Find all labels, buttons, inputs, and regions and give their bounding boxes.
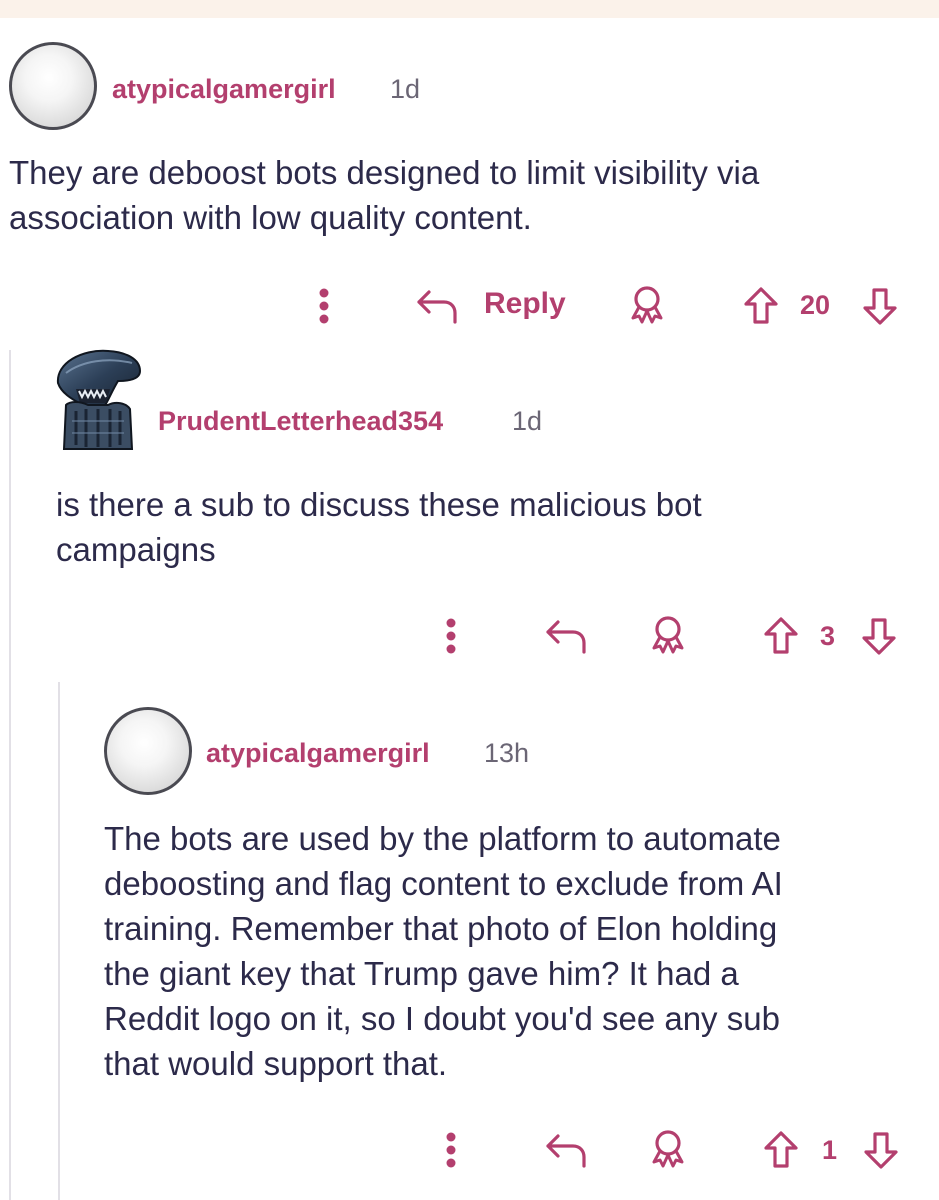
downvote-button[interactable] [857, 1128, 905, 1172]
downvote-arrow-icon [864, 1132, 898, 1169]
avatar-blank-icon[interactable] [9, 42, 97, 130]
comment-body-line-5: Reddit logo on it, so I doubt you'd see … [104, 1000, 780, 1037]
award-button[interactable] [643, 1128, 693, 1172]
comment-body-line-1: They are deboost bots designed to limit … [9, 154, 760, 191]
comment-timestamp: 1d [390, 74, 421, 104]
reply-arrow-icon [546, 620, 586, 654]
upvote-button[interactable] [757, 1128, 805, 1172]
more-vertical-icon [446, 1132, 456, 1168]
reply-button-label[interactable]: Reply [484, 287, 566, 321]
comment-body-line-3: training. Remember that photo of Elon ho… [104, 910, 778, 947]
more-options-button[interactable] [437, 614, 465, 658]
downvote-arrow-icon [862, 618, 896, 655]
more-options-button[interactable] [310, 284, 338, 328]
thread-line-level-2[interactable] [58, 682, 60, 1200]
comment-body-line-2: campaigns [56, 531, 216, 568]
comment-body-line-6: that would support that. [104, 1045, 448, 1082]
reply-button[interactable] [540, 614, 592, 658]
avatar-blank-icon[interactable] [104, 707, 192, 795]
reply-arrow-icon [546, 1134, 586, 1168]
top-strip [0, 0, 939, 18]
comment-body-line-2: deboosting and flag content to exclude f… [104, 865, 783, 902]
comment-body-line-1: The bots are used by the platform to aut… [104, 820, 781, 857]
award-button[interactable] [643, 614, 693, 658]
vote-count: 20 [800, 290, 831, 320]
upvote-button[interactable] [737, 284, 785, 328]
comment-body-line-1: is there a sub to discuss these maliciou… [56, 486, 702, 523]
upvote-arrow-icon [744, 287, 778, 324]
comment-username[interactable]: atypicalgamergirl [112, 74, 336, 105]
more-vertical-icon [319, 288, 329, 324]
comment-timestamp: 13h [484, 738, 530, 768]
thread-line-level-1[interactable] [9, 350, 11, 1200]
downvote-button[interactable] [855, 614, 903, 658]
downvote-arrow-icon [863, 288, 897, 325]
upvote-arrow-icon [764, 617, 798, 654]
reply-button[interactable] [540, 1128, 592, 1172]
more-options-button[interactable] [437, 1128, 465, 1172]
comment-timestamp: 1d [512, 406, 543, 436]
more-vertical-icon [446, 618, 456, 654]
comment-body-line-2: association with low quality content. [9, 199, 532, 236]
upvote-arrow-icon [764, 1131, 798, 1168]
alien-avatar-icon[interactable] [52, 345, 144, 457]
comment-username[interactable]: atypicalgamergirl [206, 738, 430, 769]
vote-count: 3 [820, 621, 836, 651]
award-icon [652, 1130, 684, 1168]
downvote-button[interactable] [856, 284, 904, 328]
reply-arrow-icon [417, 290, 457, 324]
award-button[interactable] [622, 284, 672, 328]
vote-count: 1 [822, 1135, 838, 1165]
comment-username[interactable]: PrudentLetterhead354 [158, 406, 443, 437]
upvote-button[interactable] [757, 614, 805, 658]
comment-body-line-4: the giant key that Trump gave him? It ha… [104, 955, 739, 992]
award-icon [631, 286, 663, 324]
award-icon [652, 616, 684, 654]
